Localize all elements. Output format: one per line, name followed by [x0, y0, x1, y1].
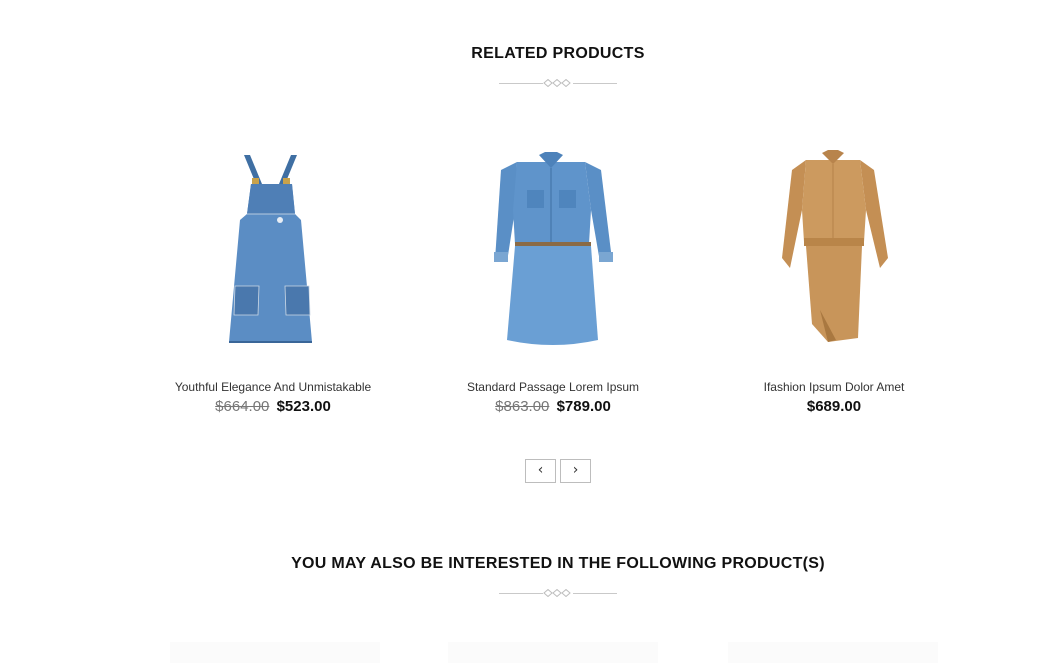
related-products-title: RELATED PRODUCTS	[471, 45, 645, 62]
product-old-price: $863.00	[495, 398, 550, 415]
product-image-tan-blouse-skirt[interactable]	[716, 140, 952, 372]
interested-products-title: YOU MAY ALSO BE INTERESTED IN THE FOLLOW…	[291, 555, 825, 572]
product-name[interactable]: Standard Passage Lorem Ipsum	[415, 380, 691, 394]
carousel-next-button[interactable]: ›	[560, 459, 591, 483]
product-prices: $689.00	[696, 398, 972, 415]
diamond-ornament-icon	[543, 589, 571, 597]
product-name[interactable]: Ifashion Ipsum Dolor Amet	[696, 380, 972, 394]
product-price: $689.00	[806, 398, 862, 415]
product-old-price: $664.00	[215, 398, 270, 415]
product-image-denim-overall-dress[interactable]	[155, 140, 391, 372]
product-card[interactable]: Ifashion Ipsum Dolor Amet $689.00	[716, 140, 952, 415]
product-card[interactable]: Standard Passage Lorem Ipsum $863.00 $78…	[435, 140, 671, 415]
carousel-prev-button[interactable]: ‹	[525, 459, 556, 483]
product-image-partial[interactable]	[170, 642, 380, 663]
product-prices: $664.00 $523.00	[135, 398, 411, 415]
product-prices: $863.00 $789.00	[415, 398, 691, 415]
product-image-denim-shirt-dress[interactable]	[435, 140, 671, 372]
product-image-partial[interactable]	[448, 642, 658, 663]
product-name[interactable]: Youthful Elegance And Unmistakable	[135, 380, 411, 394]
title-divider	[499, 79, 617, 87]
diamond-ornament-icon	[543, 79, 571, 87]
product-price: $523.00	[276, 398, 331, 415]
product-image-partial[interactable]	[728, 642, 938, 663]
product-card[interactable]: Youthful Elegance And Unmistakable $664.…	[155, 140, 391, 415]
title-divider	[499, 589, 617, 597]
product-price: $789.00	[556, 398, 611, 415]
